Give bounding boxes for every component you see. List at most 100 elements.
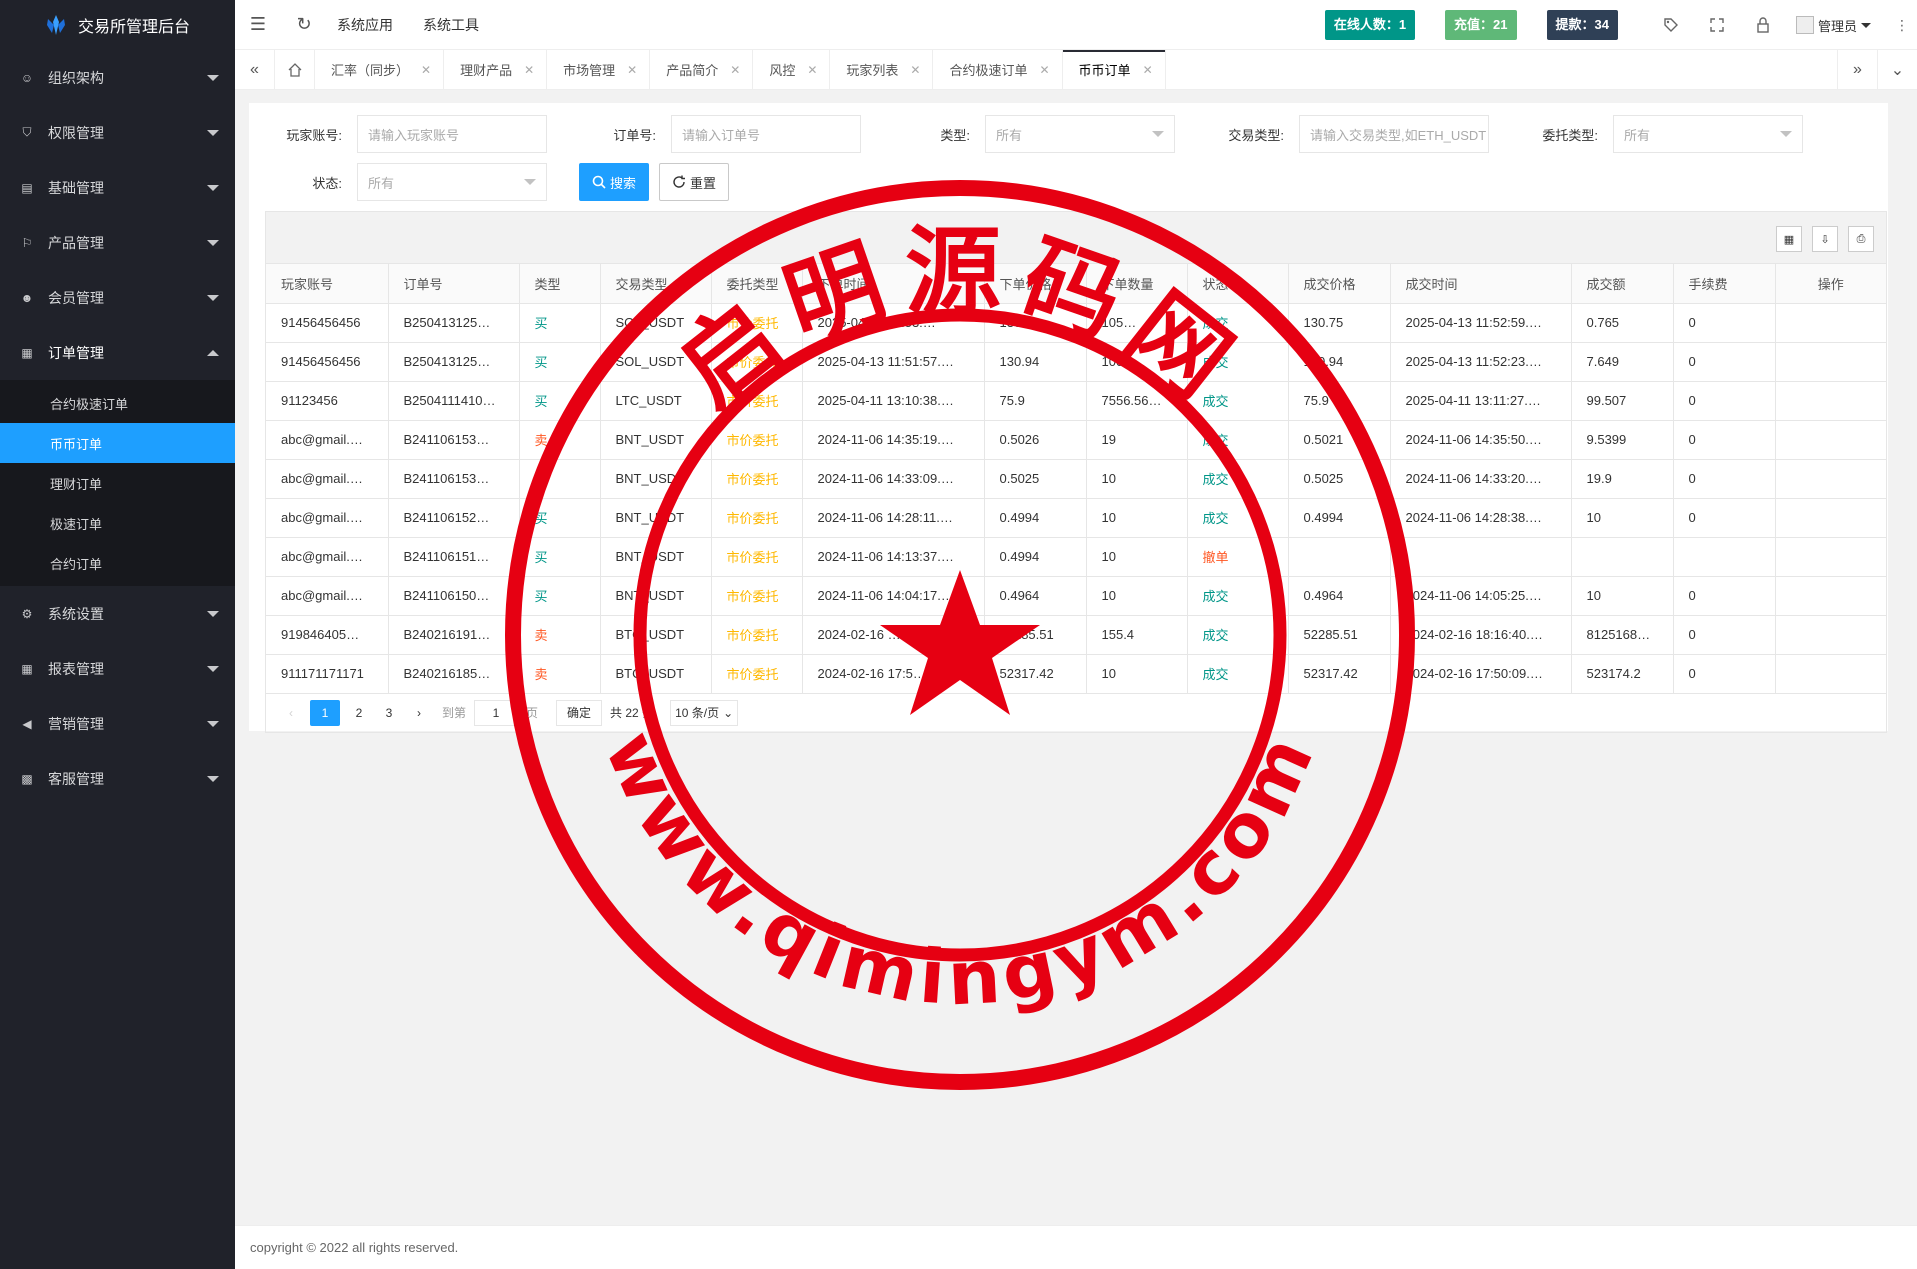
- app-logo[interactable]: 交易所管理后台: [0, 0, 235, 50]
- home-icon[interactable]: [275, 50, 315, 89]
- account-input[interactable]: 请输入玩家账号: [357, 115, 547, 153]
- search-button[interactable]: 搜索: [579, 163, 649, 201]
- column-header[interactable]: 操作: [1775, 264, 1886, 304]
- column-header[interactable]: 玩家账号: [266, 264, 389, 304]
- page-button[interactable]: 3: [374, 700, 404, 726]
- table-cell: 2024-11-06 14:05:25.…: [1390, 576, 1572, 616]
- sidebar-subitem-3[interactable]: 极速订单: [0, 503, 235, 543]
- column-header[interactable]: 成交时间: [1390, 264, 1572, 304]
- page-button[interactable]: 1: [310, 699, 340, 726]
- column-header[interactable]: 下单价格: [984, 264, 1087, 304]
- refresh-icon[interactable]: ↻: [281, 0, 327, 50]
- columns-icon[interactable]: ▦: [1776, 226, 1802, 252]
- sidebar-group-1[interactable]: ⛉ 权限管理: [0, 105, 235, 160]
- sidebar-subitem-2[interactable]: 理财订单: [0, 463, 235, 503]
- print-icon[interactable]: ⎙: [1848, 226, 1874, 252]
- sidebar-group-b1[interactable]: ▦ 报表管理: [0, 641, 235, 696]
- entrust-type-select[interactable]: 所有: [1613, 115, 1803, 153]
- tag-icon[interactable]: [1648, 0, 1694, 50]
- table-row[interactable]: 919846405… B240216191… 卖 BTC_USDT 市价委托 2024-0…: [266, 615, 1886, 655]
- goto-confirm-button[interactable]: 确定: [556, 699, 603, 726]
- tab-4[interactable]: 风控 ✕: [753, 50, 831, 89]
- table-cell: 52317.42: [984, 654, 1087, 694]
- sidebar-group-0[interactable]: ☺ 组织架构: [0, 50, 235, 105]
- table-row[interactable]: abc@gmail.… B241106152… 买 BNT_USDT 市价委托 2024-…: [266, 498, 1886, 538]
- close-icon[interactable]: ✕: [627, 63, 637, 77]
- tabs-dropdown-icon[interactable]: ⌄: [1877, 50, 1917, 90]
- menu-system-tools[interactable]: 系统工具: [423, 15, 479, 35]
- table-cell: 0.4964: [984, 576, 1087, 616]
- table-cell: 2025-04-13 11:52:23.…: [1390, 342, 1572, 382]
- next-page-icon[interactable]: ›: [404, 700, 434, 726]
- order-no-input[interactable]: 请输入订单号: [671, 115, 861, 153]
- table-row[interactable]: 91456456456 B250413125… 买 SOL_USDT 市价委托 2025-…: [266, 303, 1886, 343]
- column-header[interactable]: 类型: [519, 264, 601, 304]
- tab-1[interactable]: 理财产品 ✕: [444, 50, 548, 89]
- sidebar-group-orders[interactable]: ▦ 订单管理: [0, 325, 235, 380]
- sidebar-subitem-0[interactable]: 合约极速订单: [0, 383, 235, 423]
- close-icon[interactable]: ✕: [421, 63, 431, 77]
- type-select[interactable]: 所有: [985, 115, 1175, 153]
- close-icon[interactable]: ✕: [1143, 63, 1153, 77]
- sidebar-group-b0[interactable]: ⚙ 系统设置: [0, 586, 235, 641]
- table-row[interactable]: 91123456 B2504111410… 买 LTC_USDT 市价委托 2025-04…: [266, 381, 1886, 421]
- sidebar-group-b3[interactable]: ▩ 客服管理: [0, 751, 235, 806]
- export-icon[interactable]: ⇩: [1812, 226, 1838, 252]
- fullscreen-icon[interactable]: [1694, 0, 1740, 50]
- table-row[interactable]: abc@gmail.… B241106150… 买 BNT_USDT 市价委托 2024-…: [266, 576, 1886, 616]
- column-header[interactable]: 下单数量: [1086, 264, 1188, 304]
- tabs-scroll-right-icon[interactable]: »: [1837, 50, 1877, 90]
- column-header[interactable]: 委托类型: [711, 264, 803, 304]
- column-header[interactable]: 订单号: [388, 264, 520, 304]
- trade-type-input[interactable]: 请输入交易类型,如ETH_USDT: [1299, 115, 1489, 153]
- column-header[interactable]: 成交价格: [1288, 264, 1391, 304]
- table-row[interactable]: 91456456456 B250413125… 买 SOL_USDT 市价委托 2025-…: [266, 342, 1886, 382]
- column-header[interactable]: 下单时间: [802, 264, 985, 304]
- close-icon[interactable]: ✕: [807, 63, 817, 77]
- table-row[interactable]: abc@gmail.… B241106151… 买 BNT_USDT 市价委托 2024-…: [266, 537, 1886, 577]
- user-menu[interactable]: 管理员: [1795, 16, 1871, 35]
- close-icon[interactable]: ✕: [1039, 63, 1049, 77]
- table-row[interactable]: abc@gmail.… B241106153… 卖 BNT_USDT 市价委托 2024-…: [266, 459, 1886, 499]
- total-count: 共 22 条: [610, 706, 655, 720]
- sidebar-subitem-4[interactable]: 合约订单: [0, 543, 235, 583]
- tab-6[interactable]: 合约极速订单 ✕: [933, 50, 1063, 89]
- reset-button[interactable]: 重置: [659, 163, 729, 201]
- page-size-select[interactable]: 10 条/页 ⌄: [670, 699, 739, 726]
- tab-3[interactable]: 产品简介 ✕: [650, 50, 754, 89]
- menu-toggle-icon[interactable]: ☰: [235, 0, 281, 50]
- close-icon[interactable]: ✕: [524, 63, 534, 77]
- tabs-scroll-left-icon[interactable]: «: [235, 50, 275, 89]
- sidebar-group-label: 基础管理: [48, 179, 104, 196]
- withdraw-badge[interactable]: 提款：34: [1546, 10, 1618, 40]
- table-row[interactable]: 911171171171 B240216185… 卖 BTC_USDT 市价委托 2024…: [266, 654, 1886, 694]
- sidebar-group-b2[interactable]: ◀ 营销管理: [0, 696, 235, 751]
- tab-2[interactable]: 市场管理 ✕: [547, 50, 651, 89]
- goto-page-input[interactable]: 1: [474, 699, 519, 726]
- tab-5[interactable]: 玩家列表 ✕: [830, 50, 934, 89]
- online-count-badge[interactable]: 在线人数：1: [1324, 10, 1416, 40]
- tab-7[interactable]: 币币订单 ✕: [1062, 50, 1166, 89]
- table-cell: 91456456456: [266, 303, 389, 343]
- close-icon[interactable]: ✕: [910, 63, 920, 77]
- column-header[interactable]: 状态: [1187, 264, 1289, 304]
- column-header[interactable]: 交易类型: [600, 264, 712, 304]
- table-cell: 0: [1673, 615, 1776, 655]
- lock-icon[interactable]: [1740, 0, 1786, 50]
- more-vertical-icon[interactable]: ⋮: [1887, 0, 1917, 50]
- sidebar-group-4[interactable]: ☻ 会员管理: [0, 270, 235, 325]
- sidebar-subitem-1[interactable]: 币币订单: [0, 423, 235, 463]
- menu-system-apps[interactable]: 系统应用: [337, 15, 393, 35]
- status-select[interactable]: 所有: [357, 163, 547, 201]
- sidebar-group-3[interactable]: ⚐ 产品管理: [0, 215, 235, 270]
- sidebar-group-2[interactable]: ▤ 基础管理: [0, 160, 235, 215]
- column-header[interactable]: 成交额: [1571, 264, 1674, 304]
- table-cell: 19: [1086, 420, 1188, 460]
- tab-0[interactable]: 汇率（同步） ✕: [315, 50, 445, 89]
- column-header[interactable]: 手续费: [1673, 264, 1776, 304]
- page-button[interactable]: 2: [344, 700, 374, 726]
- recharge-badge[interactable]: 充值：21: [1445, 10, 1517, 40]
- table-row[interactable]: abc@gmail.… B241106153… 卖 BNT_USDT 市价委托 2024-…: [266, 420, 1886, 460]
- prev-page-icon[interactable]: ‹: [276, 700, 306, 726]
- close-icon[interactable]: ✕: [730, 63, 740, 77]
